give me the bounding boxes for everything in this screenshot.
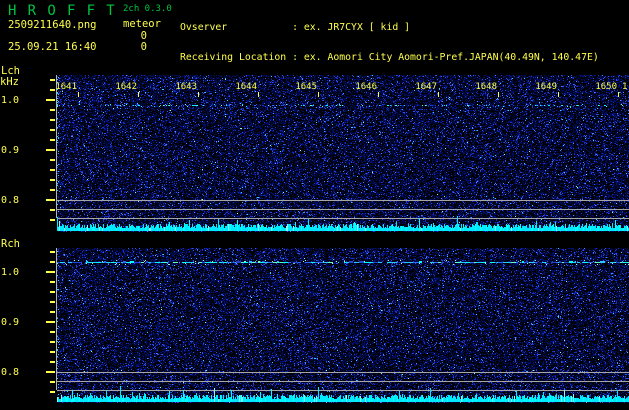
lch-freq-minor-tick (50, 139, 55, 141)
meteor-count-2: 0 (140, 41, 147, 53)
rch-freq-minor-tick (50, 391, 55, 393)
app-version: 2ch 0.3.0 (123, 4, 172, 14)
lch-freq-minor-tick (50, 209, 55, 211)
rch-freq-minor-tick (50, 301, 55, 303)
rch-freq-minor-tick (50, 381, 55, 383)
lch-freq-minor-tick (50, 159, 55, 161)
rch-freq-major-tick (46, 371, 55, 373)
rch-channel-label: Rch (1, 238, 20, 250)
rch-frequency-axis-line (56, 248, 57, 390)
lch-freq-minor-tick (50, 219, 55, 221)
lch-freq-tick-label: 0.8 (1, 195, 20, 206)
freq-unit-label: kHz (0, 76, 19, 88)
rch-freq-tick-label: 0.9 (1, 317, 20, 328)
time-label: 1641 (55, 82, 77, 92)
time-label-clipped: 1 (622, 82, 628, 92)
time-label: 1644 (235, 82, 257, 92)
lch-frequency-axis-line (56, 75, 57, 218)
rch-freq-minor-tick (50, 351, 55, 353)
location-line: Receiving Location : ex. Aomori City Aom… (180, 52, 599, 63)
rch-freq-minor-tick (50, 331, 55, 333)
lch-freq-minor-tick (50, 179, 55, 181)
rch-freq-minor-tick (50, 341, 55, 343)
rch-freq-major-tick (46, 321, 55, 323)
minute-tick (618, 92, 619, 97)
lch-freq-major-tick (46, 99, 55, 101)
minute-tick (138, 92, 139, 97)
hrofft-spectrogram-output: H R O F F T 2ch 0.3.0 2509211640.png met… (0, 0, 629, 410)
rch-freq-tick-label: 1.0 (1, 267, 20, 278)
minute-tick (378, 92, 379, 97)
minute-tick (558, 92, 559, 97)
lch-spectrogram (57, 75, 629, 232)
time-label: 1647 (415, 82, 437, 92)
lch-freq-minor-tick (50, 129, 55, 131)
time-label: 1645 (295, 82, 317, 92)
minute-tick (318, 92, 319, 97)
datetime-label: 25.09.21 16:40 (8, 41, 97, 53)
output-filename: 2509211640.png (8, 19, 97, 31)
time-label: 1649 (535, 82, 557, 92)
lch-freq-minor-tick (50, 119, 55, 121)
time-label: 1643 (175, 82, 197, 92)
rch-freq-minor-tick (50, 361, 55, 363)
lch-freq-major-tick (46, 199, 55, 201)
lch-freq-minor-tick (50, 79, 55, 81)
lch-freq-tick-label: 0.9 (1, 145, 20, 156)
time-label: 1646 (355, 82, 377, 92)
rch-freq-minor-tick (50, 251, 55, 253)
rch-freq-minor-tick (50, 291, 55, 293)
rch-freq-major-tick (46, 271, 55, 273)
rch-freq-tick-label: 0.8 (1, 367, 20, 378)
lch-freq-major-tick (46, 149, 55, 151)
observer-line: Ovserver : ex. JR7CYX [ kid ] (180, 22, 411, 33)
rch-spectrogram (57, 248, 629, 403)
minute-tick (78, 92, 79, 97)
time-label: 1642 (115, 82, 137, 92)
rch-freq-minor-tick (50, 311, 55, 313)
rch-freq-minor-tick (50, 261, 55, 263)
minute-tick (438, 92, 439, 97)
time-label: 1650 (595, 82, 617, 92)
rch-freq-minor-tick (50, 281, 55, 283)
minute-tick (258, 92, 259, 97)
lch-freq-minor-tick (50, 109, 55, 111)
time-label: 1648 (475, 82, 497, 92)
app-title: H R O F F T (8, 3, 117, 19)
lch-freq-minor-tick (50, 169, 55, 171)
lch-freq-tick-label: 1.0 (1, 95, 20, 106)
mode-label: meteor (123, 18, 161, 30)
minute-tick (198, 92, 199, 97)
minute-tick (498, 92, 499, 97)
lch-freq-minor-tick (50, 189, 55, 191)
